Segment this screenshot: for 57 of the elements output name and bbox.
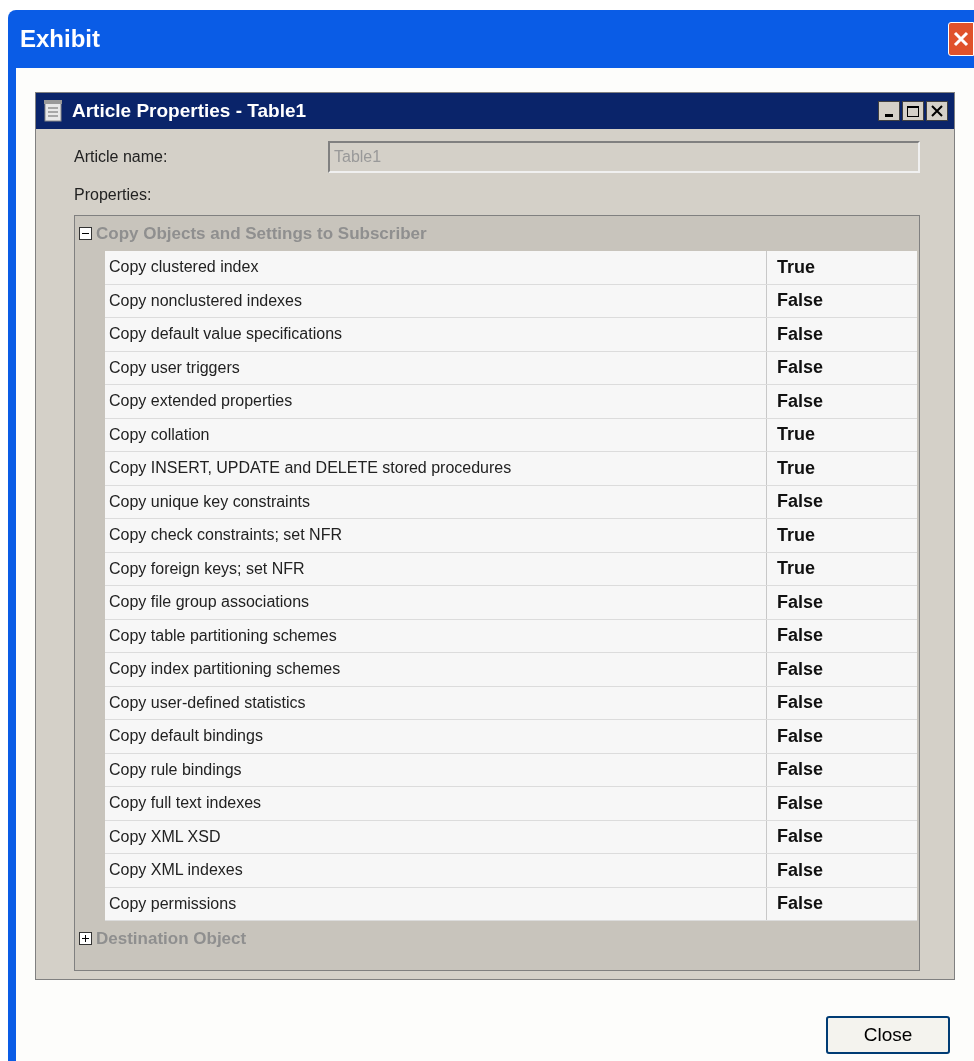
property-value[interactable]: True: [767, 519, 917, 552]
property-name: Copy default bindings: [105, 720, 767, 753]
property-value[interactable]: False: [767, 619, 917, 652]
property-name: Copy collation: [105, 418, 767, 451]
property-name: Copy check constraints; set NFR: [105, 519, 767, 552]
field-label: Article name:: [74, 147, 169, 167]
property-name: Copy extended properties: [105, 385, 767, 418]
property-name: Copy table partitioning schemes: [105, 619, 767, 652]
property-value[interactable]: True: [767, 552, 917, 585]
property-value[interactable]: False: [767, 485, 917, 518]
maximize-icon: [907, 105, 919, 117]
close-dialog-button[interactable]: Close: [826, 1016, 950, 1054]
property-value[interactable]: True: [767, 251, 917, 284]
document-icon: [42, 99, 64, 123]
property-name: Copy nonclustered indexes: [105, 284, 767, 317]
close-icon: [931, 105, 943, 117]
property-value[interactable]: False: [767, 351, 917, 384]
property-name: Copy foreign keys; set NFR: [105, 552, 767, 585]
property-value[interactable]: False: [767, 653, 917, 686]
property-name: Copy unique key constraints: [105, 485, 767, 518]
window-title: Exhibit: [20, 24, 100, 54]
property-value[interactable]: False: [767, 318, 917, 351]
category-title: Destination Object: [96, 927, 247, 950]
property-value[interactable]: False: [767, 686, 917, 719]
property-value[interactable]: False: [767, 284, 917, 317]
minimize-icon: [885, 114, 893, 117]
property-value[interactable]: False: [767, 586, 917, 619]
minus-box-icon[interactable]: [79, 227, 92, 240]
property-value[interactable]: True: [767, 452, 917, 485]
category-title: Copy Objects and Settings to Subscriber: [96, 222, 427, 245]
property-value[interactable]: False: [767, 720, 917, 753]
property-value[interactable]: False: [767, 385, 917, 418]
property-value[interactable]: False: [767, 854, 917, 887]
property-name: Copy full text indexes: [105, 787, 767, 820]
property-name: Copy rule bindings: [105, 753, 767, 786]
property-name: Copy INSERT, UPDATE and DELETE stored procedures: [105, 452, 767, 485]
property-value[interactable]: False: [767, 820, 917, 853]
property-name: Copy XML indexes: [105, 854, 767, 887]
property-name: Copy index partitioning schemes: [105, 653, 767, 686]
properties-label: Properties:: [74, 185, 153, 205]
close-icon: [953, 31, 969, 47]
maximize-button[interactable]: [902, 101, 924, 121]
close-button[interactable]: [926, 101, 948, 121]
property-name: Copy user triggers: [105, 351, 767, 384]
property-name: Copy XML XSD: [105, 820, 767, 853]
property-value[interactable]: False: [767, 753, 917, 786]
property-name: Copy file group associations: [105, 586, 767, 619]
property-name: Copy default value specifications: [105, 318, 767, 351]
plus-box-icon[interactable]: [79, 932, 92, 945]
property-value[interactable]: False: [767, 787, 917, 820]
property-name: Copy user-defined statistics: [105, 686, 767, 719]
property-name: Copy permissions: [105, 887, 767, 920]
property-value[interactable]: True: [767, 418, 917, 451]
property-value[interactable]: False: [767, 887, 917, 920]
dialog-title: Article Properties - Table1: [72, 98, 307, 123]
minimize-button[interactable]: [878, 101, 900, 121]
property-name: Copy clustered index: [105, 251, 767, 284]
